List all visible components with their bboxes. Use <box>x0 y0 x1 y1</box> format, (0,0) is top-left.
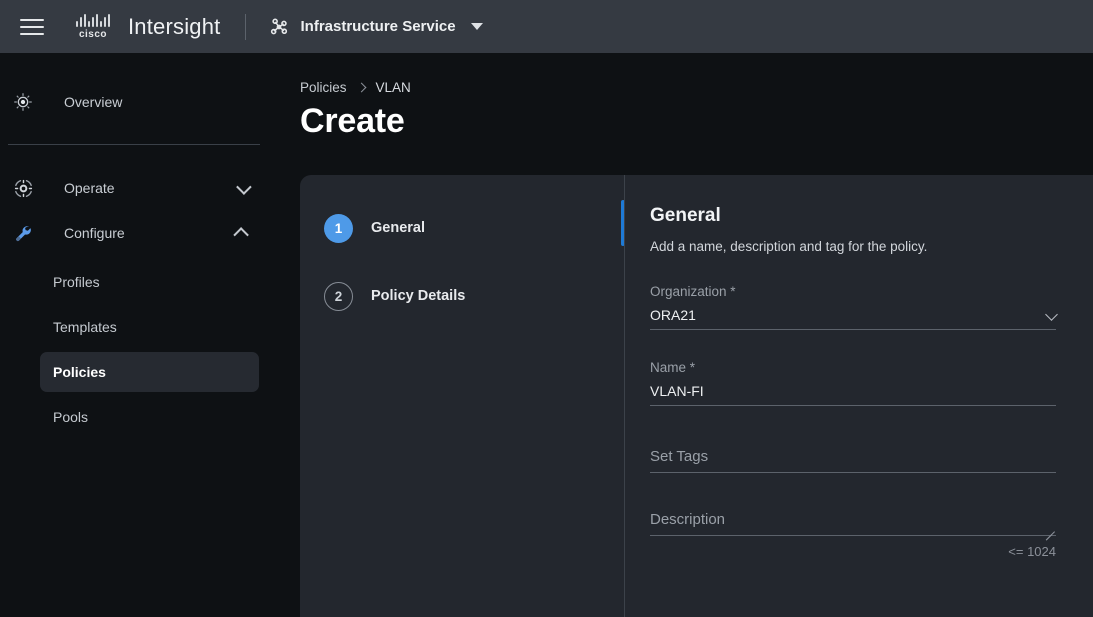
label-organization: Organization * <box>650 284 1056 299</box>
cisco-logo[interactable]: cisco <box>70 14 116 40</box>
step-label-general: General <box>371 220 425 236</box>
description-char-counter: <= 1024 <box>650 544 1056 559</box>
wizard-step-general[interactable]: 1 General <box>300 205 625 251</box>
chevron-down-icon[interactable] <box>471 23 483 30</box>
product-brand-title: Intersight <box>128 14 221 40</box>
hamburger-bar <box>20 33 44 35</box>
set-tags-input[interactable]: Set Tags <box>650 448 1056 473</box>
chevron-up-icon[interactable] <box>233 227 249 243</box>
sidebar-label-overview: Overview <box>64 94 122 110</box>
sidebar-item-overview[interactable]: Overview <box>0 81 300 123</box>
form-section-title: General <box>650 205 1056 227</box>
sidebar-label-configure: Configure <box>64 225 125 241</box>
description-placeholder: Description <box>650 511 725 528</box>
hamburger-menu-icon[interactable] <box>10 5 54 49</box>
sidebar-divider <box>8 144 260 145</box>
header-divider <box>245 14 246 40</box>
service-selector[interactable]: Infrastructure Service <box>268 16 483 38</box>
create-policy-wizard: 1 General 2 Policy Details General Add a… <box>300 175 1093 617</box>
network-nodes-icon <box>268 16 290 38</box>
intersight-app: cisco Intersight Infrastructure Service <box>0 0 1093 617</box>
gear-operate-icon <box>3 178 43 199</box>
cisco-bars-icon <box>76 14 110 27</box>
sidebar-label-profiles: Profiles <box>53 274 100 290</box>
field-set-tags: Set Tags <box>650 448 1056 473</box>
chevron-down-icon[interactable] <box>236 179 252 195</box>
main-content: Policies VLAN Create 1 General 2 Policy … <box>300 53 1093 617</box>
service-name-label: Infrastructure Service <box>301 18 456 35</box>
sidebar-item-configure[interactable]: Configure <box>0 212 300 254</box>
sidebar-label-templates: Templates <box>53 319 117 335</box>
breadcrumb-link-policies[interactable]: Policies <box>300 80 347 95</box>
sidebar-item-policies[interactable]: Policies <box>40 352 259 392</box>
chevron-right-icon <box>356 83 366 93</box>
name-input[interactable]: VLAN-FI <box>650 382 1056 406</box>
left-sidebar: Overview Operate <box>0 53 300 617</box>
cisco-wordmark: cisco <box>79 29 107 40</box>
step-number-badge: 2 <box>324 282 353 311</box>
wizard-steps-rail: 1 General 2 Policy Details <box>300 175 625 617</box>
sidebar-item-pools[interactable]: Pools <box>40 397 259 437</box>
field-name: Name * VLAN-FI <box>650 360 1056 406</box>
resize-grip-icon[interactable] <box>1043 521 1055 533</box>
sidebar-item-operate[interactable]: Operate <box>0 167 300 209</box>
form-section-subtitle: Add a name, description and tag for the … <box>650 239 1056 254</box>
sidebar-item-templates[interactable]: Templates <box>40 307 259 347</box>
step-number-badge: 1 <box>324 214 353 243</box>
sidebar-item-profiles[interactable]: Profiles <box>40 262 259 302</box>
breadcrumb-current-vlan: VLAN <box>376 80 411 95</box>
hamburger-bar <box>20 19 44 21</box>
step-label-policy-details: Policy Details <box>371 288 465 304</box>
target-overview-icon <box>3 92 43 112</box>
page-title: Create <box>300 102 1093 141</box>
sidebar-label-operate: Operate <box>64 180 115 196</box>
breadcrumb: Policies VLAN <box>300 53 1093 95</box>
description-textarea[interactable]: Description <box>650 511 1056 536</box>
field-organization: Organization * ORA21 <box>650 284 1056 330</box>
sidebar-label-policies: Policies <box>53 364 106 380</box>
wrench-configure-icon <box>3 223 43 244</box>
organization-value: ORA21 <box>650 307 696 323</box>
wizard-form-pane: General Add a name, description and tag … <box>625 175 1093 617</box>
name-value: VLAN-FI <box>650 383 704 399</box>
top-header-bar: cisco Intersight Infrastructure Service <box>0 0 1093 53</box>
label-name: Name * <box>650 360 1056 375</box>
chevron-down-icon[interactable] <box>1045 308 1058 321</box>
hamburger-bar <box>20 26 44 28</box>
sidebar-label-pools: Pools <box>53 409 88 425</box>
configure-subnav: Profiles Templates Policies Pools <box>0 262 300 437</box>
wizard-step-policy-details[interactable]: 2 Policy Details <box>300 273 625 319</box>
field-description: Description <= 1024 <box>650 511 1056 559</box>
organization-select[interactable]: ORA21 <box>650 306 1056 330</box>
